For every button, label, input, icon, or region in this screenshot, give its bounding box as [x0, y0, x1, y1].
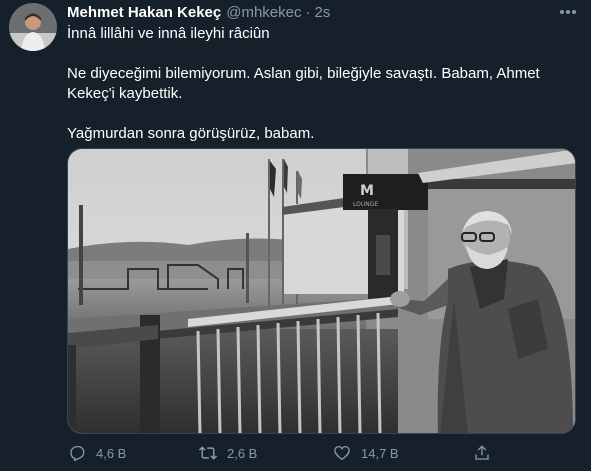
like-count: 14,7 B — [361, 445, 399, 461]
avatar[interactable] — [9, 3, 57, 51]
tweet-actions: 4,6 B 2,6 B 14,7 B — [67, 440, 576, 466]
tweet-photo[interactable]: M LOUNGE — [67, 148, 576, 434]
author-name[interactable]: Mehmet Hakan Kekeç — [67, 4, 221, 21]
tweet-paragraph: İnnâ lillâhi ve innâ ileyhi râciûn — [67, 25, 270, 42]
photo-image: M LOUNGE — [68, 149, 575, 433]
tweet-timestamp[interactable]: 2s — [314, 4, 330, 21]
retweet-icon — [198, 443, 218, 463]
photo-sign-text: LOUNGE — [353, 201, 378, 208]
tweet-text: İnnâ lillâhi ve innâ ileyhi râciûn Ne di… — [67, 24, 572, 144]
reply-count: 4,6 B — [96, 445, 127, 461]
more-options-button[interactable] — [556, 2, 580, 22]
tweet-paragraph: Ne diyeceğimi bilemiyorum. Aslan gibi, b… — [67, 65, 540, 102]
header-separator: · — [305, 3, 311, 21]
share-icon — [472, 443, 492, 463]
share-button[interactable] — [472, 440, 492, 466]
reply-button[interactable]: 4,6 B — [67, 440, 126, 466]
avatar-image — [9, 3, 57, 51]
tweet-paragraph: Yağmurdan sonra görüşürüz, babam. — [67, 125, 315, 142]
author-handle[interactable]: @mhkekec — [226, 4, 301, 21]
tweet-header: Mehmet Hakan Kekeç @mhkekec · 2s — [67, 3, 330, 21]
more-dots-icon — [560, 10, 576, 14]
retweet-count: 2,6 B — [227, 445, 258, 461]
tweet[interactable]: Mehmet Hakan Kekeç @mhkekec · 2s İnnâ li… — [0, 0, 591, 471]
reply-icon — [67, 443, 87, 463]
like-button[interactable]: 14,7 B — [332, 440, 399, 466]
retweet-button[interactable]: 2,6 B — [198, 440, 257, 466]
heart-icon — [332, 443, 352, 463]
svg-text:M: M — [360, 183, 374, 199]
